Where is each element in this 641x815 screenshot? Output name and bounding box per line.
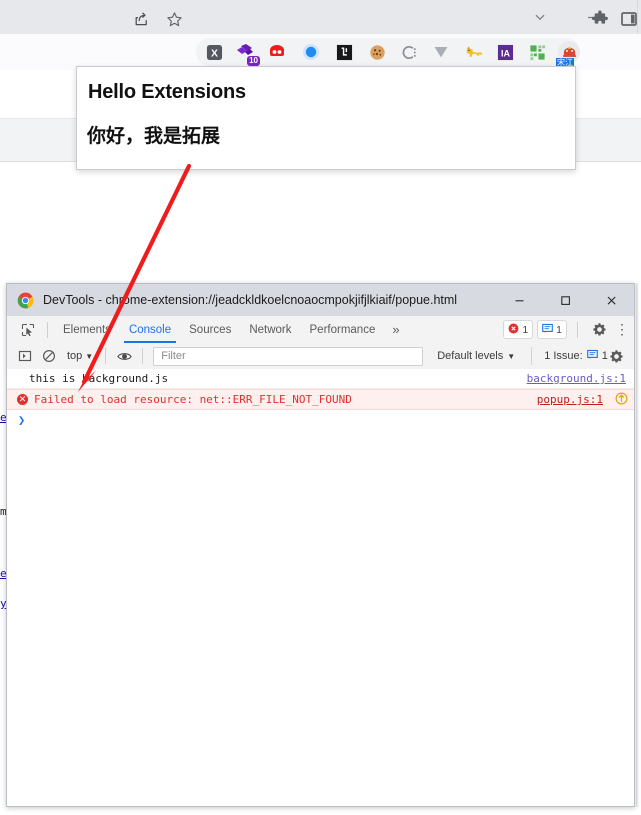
c-dots-extension-icon[interactable] [398,41,420,63]
chevron-down-icon[interactable] [518,0,562,34]
more-options-icon[interactable]: ⋮ [614,321,630,338]
console-message-source[interactable]: popup.js:1 [537,393,611,406]
browser-titlebar [0,0,641,34]
error-count-badge[interactable]: 1 [503,320,534,339]
clear-console-icon[interactable] [37,344,61,368]
console-output[interactable]: this is background.js background.js:1 ✕ … [7,369,634,806]
issues-label: 1 Issue: [544,350,583,362]
star-icon[interactable] [163,8,185,30]
cookie-extension-icon[interactable] [366,41,388,63]
popup-title: Hello Extensions [88,81,246,103]
devtools-window: DevTools - chrome-extension://jeadckldko… [6,283,635,807]
tab-elements-label: Elements [63,323,111,336]
tab-sources[interactable]: Sources [180,317,240,343]
issue-warning-icon[interactable] [615,392,628,408]
svg-text:X: X [211,48,218,59]
ia-extension-icon[interactable]: IA [494,41,516,63]
console-message-source[interactable]: background.js:1 [527,372,634,385]
issue-message-icon [542,323,553,337]
devtools-close-button[interactable] [588,284,634,316]
message-count-badge[interactable]: 1 [537,320,567,339]
console-toolbar-divider [105,348,107,364]
console-prompt[interactable]: ❯ [7,410,634,430]
devtools-maximize-button[interactable] [542,284,588,316]
popup-subtitle: 你好，我是拓展 [87,125,221,147]
more-tabs-button[interactable]: » [384,322,407,337]
console-toolbar: top ▼ Default levels ▼ 1 Issue: [7,343,634,370]
context-selector-label: top [67,350,83,362]
error-circle-icon [508,323,519,337]
x-extension-icon[interactable]: X [203,41,225,63]
chevron-down-icon: ▼ [507,351,516,361]
error-count-label: 1 [522,323,529,336]
inspect-element-icon[interactable] [15,317,41,343]
devtools-window-title: DevTools - chrome-extension://jeadckldko… [43,293,458,307]
tab-performance[interactable]: Performance [301,317,385,343]
console-message-text: Failed to load resource: net::ERR_FILE_N… [34,393,352,406]
gear-icon[interactable] [588,319,610,341]
devtools-minimize-button[interactable] [496,284,542,316]
tab-console-label: Console [128,323,172,336]
chevron-down-icon: ▼ [85,351,94,361]
live-expression-icon[interactable] [112,344,136,368]
screen-root: X 10 IA 宋江 Hello Extensions 你好，我是拓展 e m … [0,0,641,815]
green-squares-extension-icon[interactable] [526,41,548,63]
console-toolbar-divider-2 [142,348,144,364]
extension-popup: Hello Extensions 你好，我是拓展 [76,66,576,170]
v-chevron-extension-icon[interactable] [430,41,452,63]
tab-console[interactable]: Console [120,317,180,343]
message-count-label: 1 [556,323,562,336]
side-panel-icon[interactable] [618,8,640,30]
issues-summary[interactable]: 1 Issue: 1 [531,347,608,365]
console-prompt-symbol: ❯ [18,413,26,427]
devtools-window-controls [496,284,634,316]
hello-extension-icon[interactable]: 宋江 [556,41,580,68]
purple-diamond-extension-icon[interactable]: 10 [234,41,260,66]
yellow-cat-extension-icon[interactable] [462,41,484,63]
extensions-puzzle-icon[interactable] [589,8,611,30]
filter-input[interactable] [159,349,418,363]
tab-sources-label: Sources [189,323,232,336]
tabbar-divider [47,321,48,338]
devtools-tabbar: Elements Console Sources Network Perform… [7,316,634,344]
tabbar-right-divider [577,321,578,338]
log-levels-label: Default levels [437,350,504,362]
console-message-log[interactable]: this is background.js background.js:1 [7,369,634,389]
svg-text:IA: IA [501,48,510,58]
tab-network[interactable]: Network [240,317,300,343]
black-square-extension-icon[interactable] [333,41,355,63]
extension-badge-count: 10 [247,56,260,66]
tab-elements[interactable]: Elements [54,317,120,343]
console-settings-gear-icon[interactable] [604,344,628,368]
console-sidebar-icon[interactable] [13,344,37,368]
red-mask-extension-icon[interactable] [266,41,288,63]
devtools-right-shadow [636,283,639,807]
devtools-titlebar[interactable]: DevTools - chrome-extension://jeadckldko… [7,284,634,317]
devtools-tabbar-right: 1 1 ⋮ [503,319,630,341]
console-message-error[interactable]: ✕ Failed to load resource: net::ERR_FILE… [7,389,634,410]
context-selector[interactable]: top ▼ [61,350,99,362]
log-levels-selector[interactable]: Default levels ▼ [437,350,515,362]
chrome-logo-icon [17,292,34,309]
tab-network-label: Network [249,323,292,336]
tab-performance-label: Performance [309,323,376,336]
filter-input-wrapper[interactable] [153,346,424,366]
issue-message-icon [586,349,598,363]
blue-circle-extension-icon[interactable] [300,41,322,63]
share-icon[interactable] [131,8,153,30]
console-message-text: this is background.js [29,372,169,385]
error-circle-icon: ✕ [17,394,28,405]
